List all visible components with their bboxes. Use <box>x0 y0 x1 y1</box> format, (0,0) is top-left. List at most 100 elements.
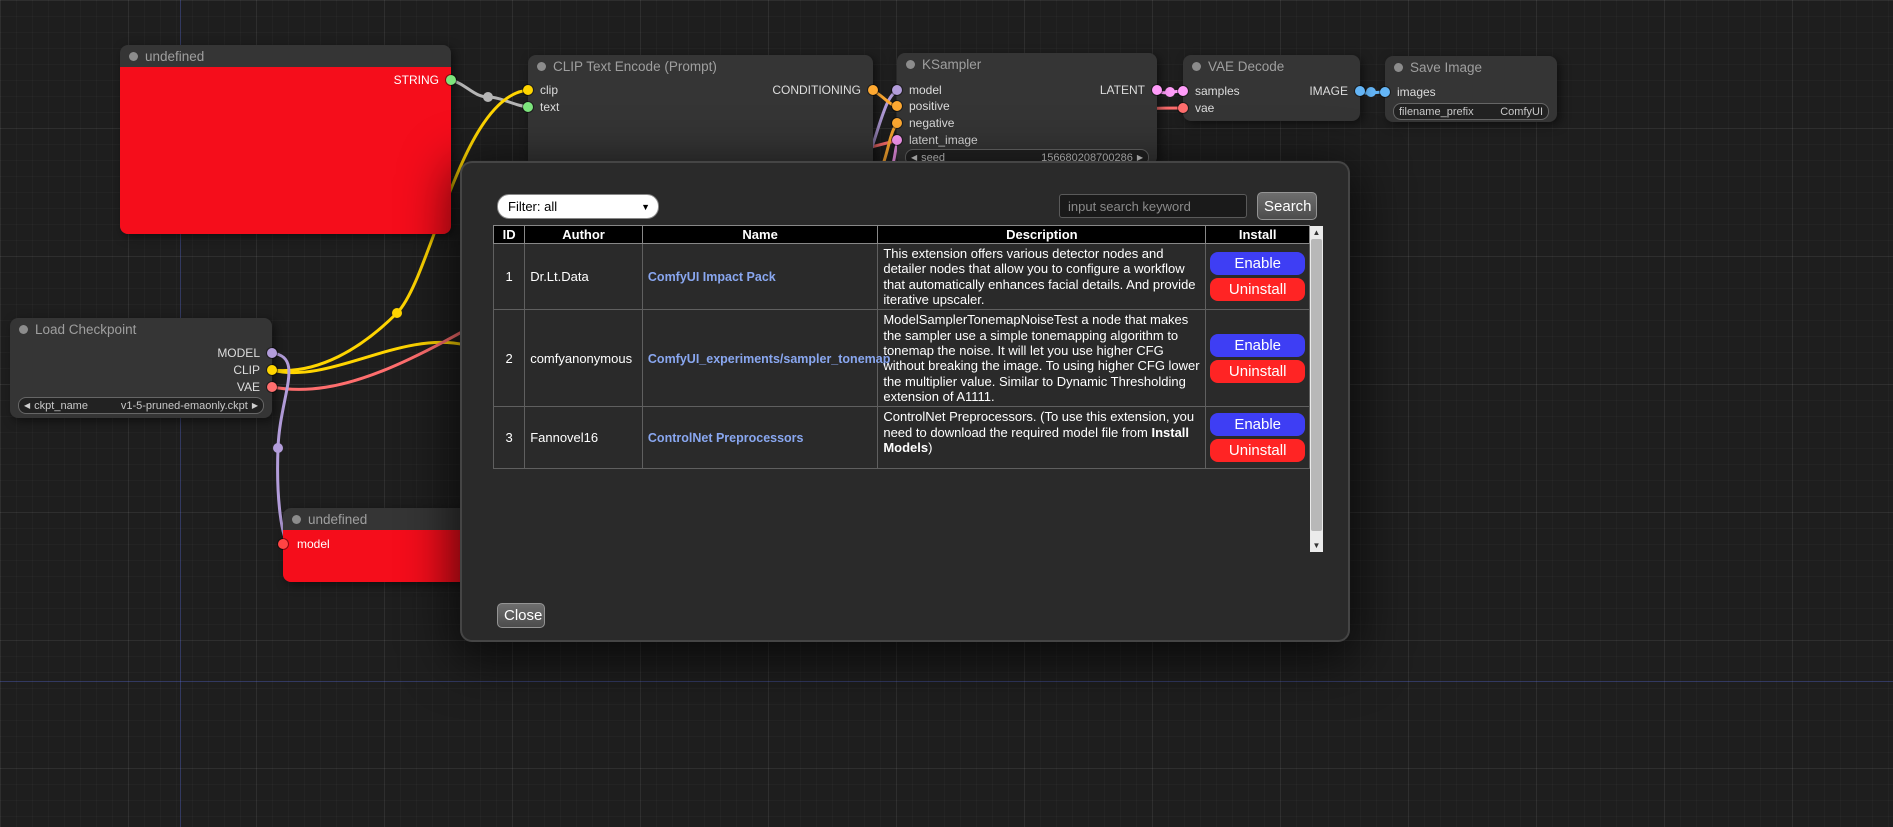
input-socket-latent-image[interactable] <box>892 135 902 145</box>
extension-link[interactable]: ComfyUI Impact Pack <box>648 270 776 284</box>
widget-label: filename_prefix <box>1399 106 1474 118</box>
node-ksampler[interactable]: KSampler model positive negative latent_… <box>897 53 1157 165</box>
ckpt-name-widget[interactable]: ◀ ckpt_name v1-5-pruned-emaonly.ckpt ▶ <box>18 397 264 414</box>
node-title: CLIP Text Encode (Prompt) <box>553 59 717 74</box>
uninstall-button[interactable]: Uninstall <box>1210 439 1305 462</box>
enable-button[interactable]: Enable <box>1210 413 1305 436</box>
node-status-icon <box>537 62 546 71</box>
widget-value: ComfyUI <box>1500 106 1543 118</box>
output-label-image: IMAGE <box>1309 84 1348 98</box>
scrollbar-thumb[interactable] <box>1311 239 1322 531</box>
table-header-row: ID Author Name Description Install <box>494 226 1310 244</box>
input-label-latent-image: latent_image <box>909 133 978 147</box>
input-label-positive: positive <box>909 99 950 113</box>
input-label-images: images <box>1397 85 1436 99</box>
table-scrollbar[interactable]: ▲ ▼ <box>1310 226 1323 552</box>
output-socket-string[interactable] <box>446 75 456 85</box>
output-socket-conditioning[interactable] <box>868 85 878 95</box>
node-status-icon <box>19 325 28 334</box>
output-socket-clip[interactable] <box>267 365 277 375</box>
node-undefined-top[interactable]: undefined STRING <box>120 45 451 234</box>
node-header: Load Checkpoint <box>10 318 272 340</box>
filename-prefix-widget[interactable]: filename_prefix ComfyUI <box>1393 103 1549 120</box>
widget-value: v1-5-pruned-emaonly.ckpt <box>121 400 248 412</box>
table-row: 2 comfyanonymous ComfyUI_experiments/sam… <box>494 310 1310 407</box>
input-socket-model[interactable] <box>892 85 902 95</box>
output-label-conditioning: CONDITIONING <box>772 83 861 97</box>
enable-button[interactable]: Enable <box>1210 334 1305 357</box>
node-title: VAE Decode <box>1208 59 1284 74</box>
widget-value: 156680208700286 <box>1041 152 1133 164</box>
enable-button[interactable]: Enable <box>1210 252 1305 275</box>
input-label-clip: clip <box>540 83 558 97</box>
output-label-model: MODEL <box>217 346 260 360</box>
filter-dropdown[interactable]: Filter: all <box>497 194 659 219</box>
node-title: Save Image <box>1410 60 1482 75</box>
install-cell: Enable Uninstall <box>1206 407 1310 469</box>
missing-node-body <box>120 67 451 234</box>
node-title: Load Checkpoint <box>35 322 136 337</box>
close-button[interactable]: Close <box>497 603 545 628</box>
uninstall-button[interactable]: Uninstall <box>1210 278 1305 301</box>
node-title: KSampler <box>922 57 981 72</box>
node-header: VAE Decode <box>1183 55 1360 77</box>
node-title: undefined <box>145 49 204 64</box>
input-socket-clip[interactable] <box>523 85 533 95</box>
node-status-icon <box>292 515 301 524</box>
install-cell: Enable Uninstall <box>1206 310 1310 407</box>
node-load-checkpoint[interactable]: Load Checkpoint MODEL CLIP VAE ◀ ckpt_na… <box>10 318 272 418</box>
node-vae-decode[interactable]: VAE Decode samples vae IMAGE <box>1183 55 1360 121</box>
input-socket-text[interactable] <box>523 102 533 112</box>
extension-id: 2 <box>494 310 525 407</box>
extension-id: 3 <box>494 407 525 469</box>
input-label-negative: negative <box>909 116 954 130</box>
input-socket-positive[interactable] <box>892 101 902 111</box>
node-header: CLIP Text Encode (Prompt) <box>528 55 873 77</box>
input-socket-vae[interactable] <box>1178 103 1188 113</box>
output-socket-vae[interactable] <box>267 382 277 392</box>
scroll-up-icon[interactable]: ▲ <box>1310 226 1323 239</box>
uninstall-button[interactable]: Uninstall <box>1210 360 1305 383</box>
output-label-latent: LATENT <box>1100 83 1145 97</box>
widget-label: seed <box>921 152 945 164</box>
output-socket-image[interactable] <box>1355 86 1365 96</box>
output-socket-model[interactable] <box>267 348 277 358</box>
extension-description: ModelSamplerTonemapNoiseTest a node that… <box>878 310 1206 407</box>
column-header-name: Name <box>642 226 877 244</box>
extension-author: comfyanonymous <box>525 310 643 407</box>
node-title: undefined <box>308 512 367 527</box>
input-label-vae: vae <box>1195 101 1214 115</box>
link-midpoint-dot <box>273 443 283 453</box>
column-header-id: ID <box>494 226 525 244</box>
node-status-icon <box>1394 63 1403 72</box>
node-save-image[interactable]: Save Image images filename_prefix ComfyU… <box>1385 56 1557 122</box>
extension-description: This extension offers various detector n… <box>878 244 1206 310</box>
column-header-install: Install <box>1206 226 1310 244</box>
output-label-clip: CLIP <box>233 363 260 377</box>
node-status-icon <box>1192 62 1201 71</box>
output-socket-latent[interactable] <box>1152 85 1162 95</box>
output-label-vae: VAE <box>237 380 260 394</box>
extension-link[interactable]: ControlNet Preprocessors <box>648 431 804 445</box>
node-status-icon <box>129 52 138 61</box>
input-label-model: model <box>297 537 330 551</box>
input-socket-samples[interactable] <box>1178 86 1188 96</box>
link-midpoint-dot <box>1366 87 1376 97</box>
search-input[interactable] <box>1059 194 1247 218</box>
node-header: Save Image <box>1385 56 1557 78</box>
scroll-down-icon[interactable]: ▼ <box>1310 539 1323 552</box>
node-clip-text-encode[interactable]: CLIP Text Encode (Prompt) clip text COND… <box>528 55 873 168</box>
link-midpoint-dot <box>483 92 493 102</box>
custom-nodes-manager-dialog: Filter: all ▼ Search ID Author Name Desc… <box>462 163 1348 640</box>
input-socket-negative[interactable] <box>892 118 902 128</box>
extension-link[interactable]: ComfyUI_experiments/sampler_tonemap <box>648 352 890 366</box>
input-socket-images[interactable] <box>1380 87 1390 97</box>
table-row: 3 Fannovel16 ControlNet Preprocessors Co… <box>494 407 1310 469</box>
extension-description: ControlNet Preprocessors. (To use this e… <box>878 407 1206 469</box>
link-midpoint-dot <box>392 308 402 318</box>
node-status-icon <box>906 60 915 69</box>
input-socket-model[interactable] <box>278 539 288 549</box>
decrement-icon[interactable]: ◀ <box>24 398 30 413</box>
increment-icon[interactable]: ▶ <box>252 398 258 413</box>
search-button[interactable]: Search <box>1257 192 1317 220</box>
